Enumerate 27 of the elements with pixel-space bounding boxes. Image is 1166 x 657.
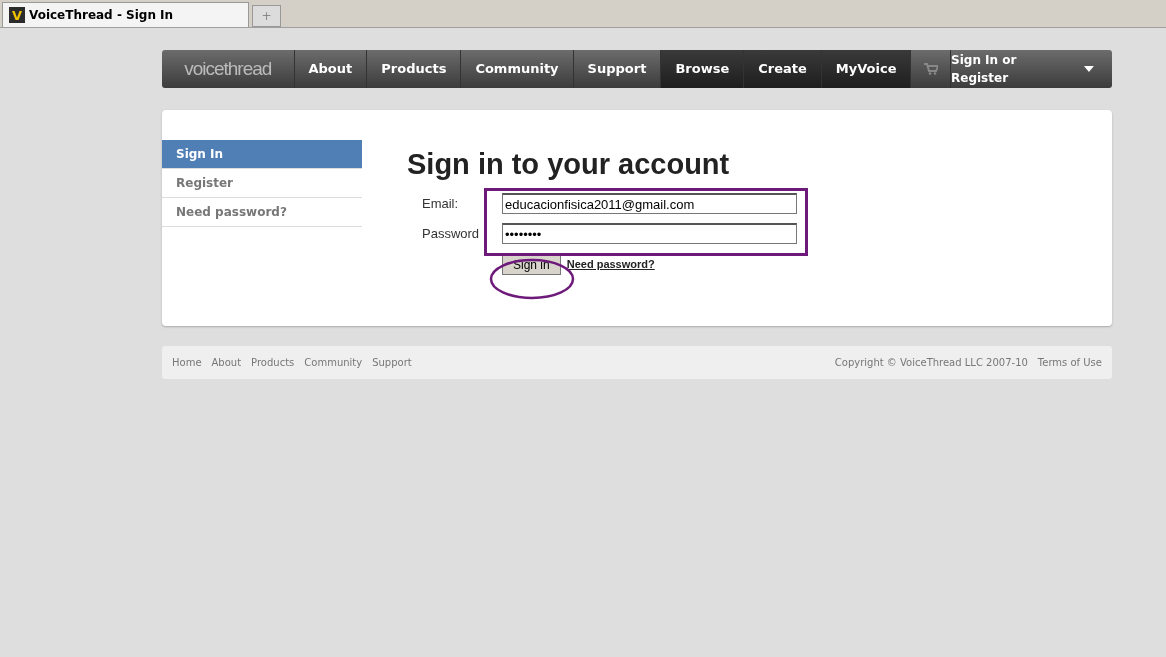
copyright-text: Copyright © VoiceThread LLC 2007-10: [834, 356, 1028, 370]
field-label: Password: [421, 224, 481, 243]
nav-link[interactable]: Products: [367, 50, 462, 88]
footer-link[interactable]: Products: [251, 355, 295, 370]
footer-link[interactable]: Home: [172, 355, 202, 370]
input-field[interactable]: ••••••••: [502, 223, 797, 244]
site-logo-icon: V: [9, 7, 25, 23]
account-menu[interactable]: Sign In or Register: [951, 50, 1112, 88]
input-field[interactable]: educacionfisica2011@gmail.com: [502, 193, 797, 214]
nav-link[interactable]: MyVoice: [821, 50, 912, 88]
caret-icon: [1084, 66, 1094, 72]
nav-link[interactable]: Community: [461, 50, 574, 88]
page-title: Sign in to your account: [407, 150, 731, 179]
footer-link[interactable]: About: [211, 355, 242, 370]
field-label: Email:: [421, 194, 460, 213]
need-password-link[interactable]: Need password?: [566, 256, 655, 273]
footer-link[interactable]: Support: [372, 355, 412, 370]
sidebar-item[interactable]: Sign In: [162, 140, 362, 169]
voicethread-logo[interactable]: voicethread: [162, 50, 295, 88]
sidebar-item[interactable]: Register: [162, 169, 362, 198]
nav-link[interactable]: About: [294, 50, 368, 88]
terms-link[interactable]: Terms of Use: [1037, 355, 1102, 370]
footer-link[interactable]: Community: [304, 355, 363, 370]
sidebar-item[interactable]: Need password?: [162, 198, 362, 227]
browser-tab[interactable]: V VoiceThread - Sign In: [2, 2, 249, 27]
nav-link[interactable]: Browse: [661, 50, 745, 88]
nav-link[interactable]: Create: [744, 50, 822, 88]
